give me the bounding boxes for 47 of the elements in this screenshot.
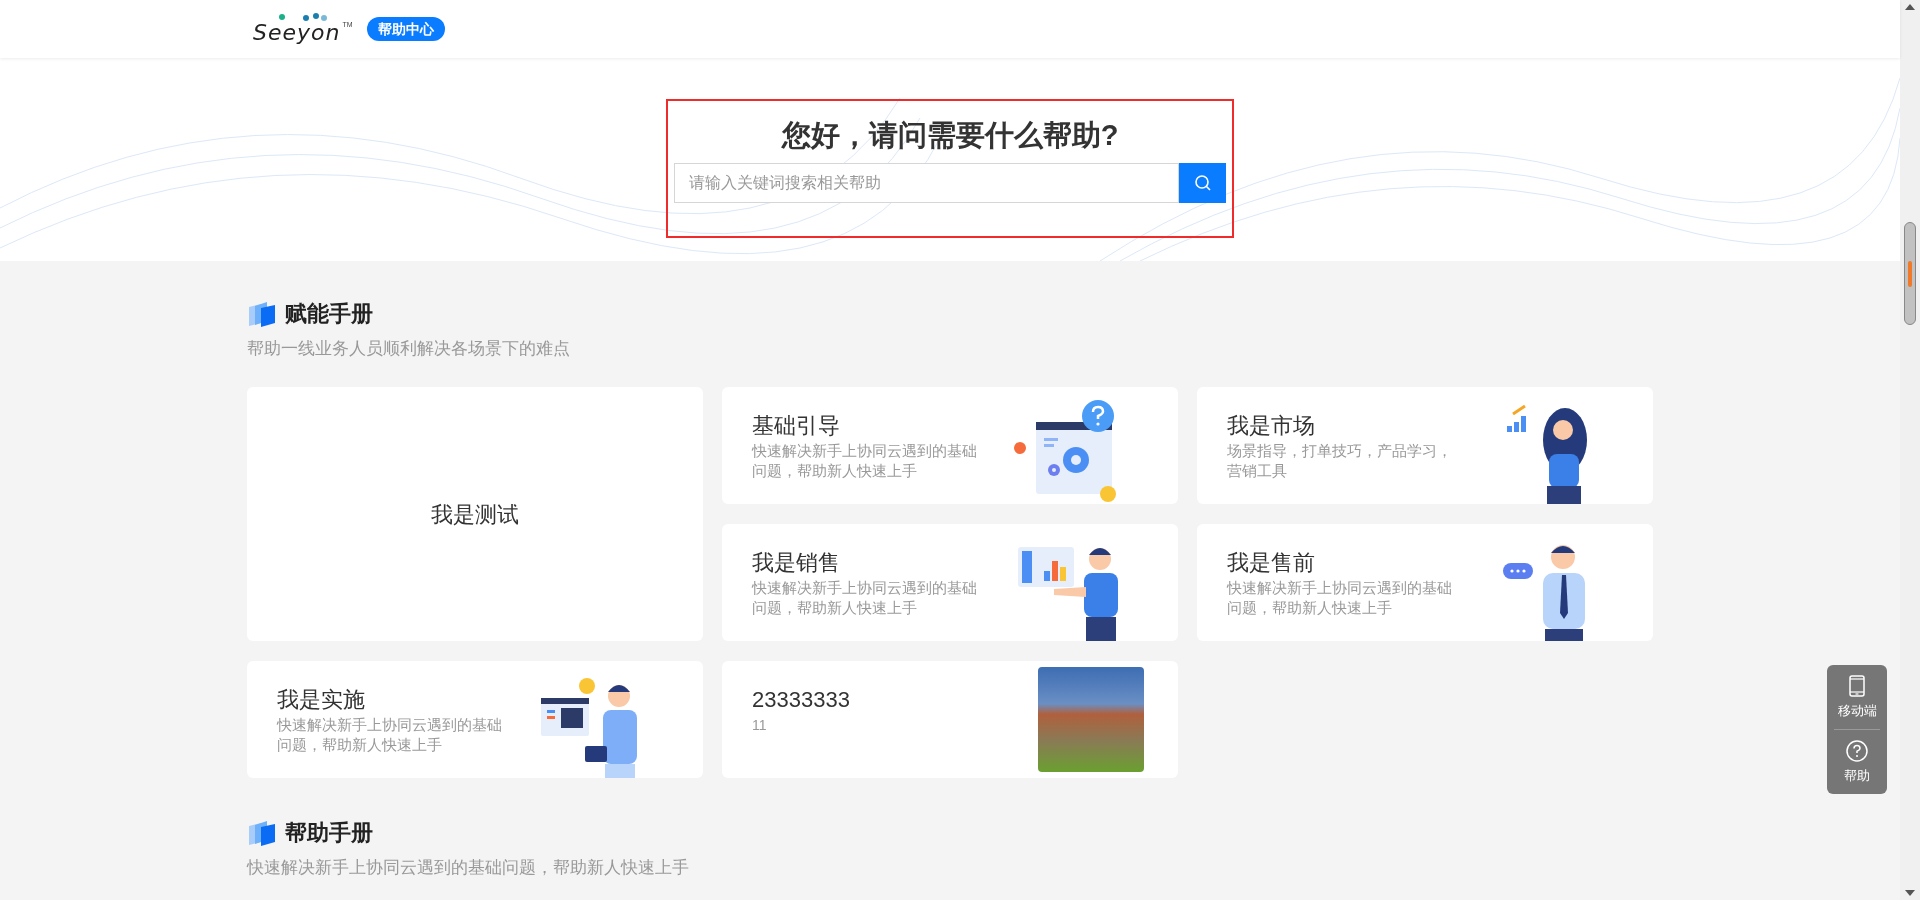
category-card[interactable]: 我是实施 快速解决新手上协同云遇到的基础问题，帮助新人快速上手 [247, 661, 703, 778]
section-subtitle: 帮助一线业务人员顺利解决各场景下的难点 [247, 338, 571, 360]
card-title: 我是售前 [1227, 548, 1316, 577]
category-card[interactable]: 我是销售 快速解决新手上协同云遇到的基础问题，帮助新人快速上手 [722, 524, 1178, 641]
chart-bar [1060, 567, 1066, 581]
category-card[interactable]: 我是测试 [247, 387, 703, 641]
category-card[interactable]: 23333333 11 [722, 661, 1178, 778]
card-title: 23333333 [752, 686, 851, 714]
scrollbar-thumb[interactable] [1904, 222, 1916, 325]
chart-bar [1521, 416, 1526, 432]
scroll-marker [1908, 260, 1912, 287]
scroll-down-icon[interactable] [1905, 890, 1915, 896]
chart-bar [1052, 561, 1058, 581]
card-description: 快速解决新手上协同云遇到的基础问题，帮助新人快速上手 [1227, 577, 1453, 618]
search-button[interactable] [1179, 163, 1226, 203]
card-title: 基础引导 [752, 411, 841, 440]
float-panel-button[interactable]: 移动端 [1837, 675, 1877, 719]
search-icon [1193, 174, 1212, 192]
help-center-badge: 帮助中心 [366, 17, 445, 41]
chart-bar [1514, 422, 1519, 432]
card-description: 11 [752, 716, 768, 735]
category-card[interactable]: 我是市场 场景指导，打单技巧，产品学习，营销工具 [1197, 387, 1653, 504]
section-title: 赋能手册 [285, 300, 373, 328]
logo-dots-icon [279, 13, 327, 21]
card-description: 场景指导，打单技巧，产品学习，营销工具 [1227, 440, 1453, 481]
chart-bar [1044, 571, 1050, 581]
card-title: 我是实施 [277, 685, 366, 714]
card-title: 我是销售 [752, 548, 841, 577]
book-stack-icon [247, 301, 277, 327]
card-title: 我是测试 [431, 500, 519, 529]
category-card[interactable]: 基础引导 快速解决新手上协同云遇到的基础问题，帮助新人快速上手 [722, 387, 1178, 504]
card-description: 快速解决新手上协同云遇到的基础问题，帮助新人快速上手 [752, 440, 978, 481]
hero-title: 您好，请问需要什么帮助? [781, 118, 1119, 153]
section-subtitle: 快速解决新手上协同云遇到的基础问题，帮助新人快速上手 [247, 857, 690, 879]
book-stack-icon [247, 820, 277, 846]
search-field[interactable]: 请输入关键词搜索相关帮助 [674, 163, 1179, 203]
logo-text[interactable]: Seeyon [247, 21, 341, 45]
scroll-up-icon[interactable] [1905, 4, 1915, 10]
category-card[interactable]: 我是售前 快速解决新手上协同云遇到的基础问题，帮助新人快速上手 [1197, 524, 1653, 641]
card-description: 快速解决新手上协同云遇到的基础问题，帮助新人快速上手 [277, 714, 503, 755]
chart-bar [1507, 426, 1512, 432]
section-title: 帮助手册 [285, 819, 373, 847]
float-panel-button[interactable]: 帮助 [1844, 740, 1870, 784]
card-title: 我是市场 [1227, 411, 1316, 440]
help-icon [1846, 740, 1868, 762]
tablet-icon [1849, 675, 1865, 697]
card-description: 快速解决新手上协同云遇到的基础问题，帮助新人快速上手 [752, 577, 978, 618]
